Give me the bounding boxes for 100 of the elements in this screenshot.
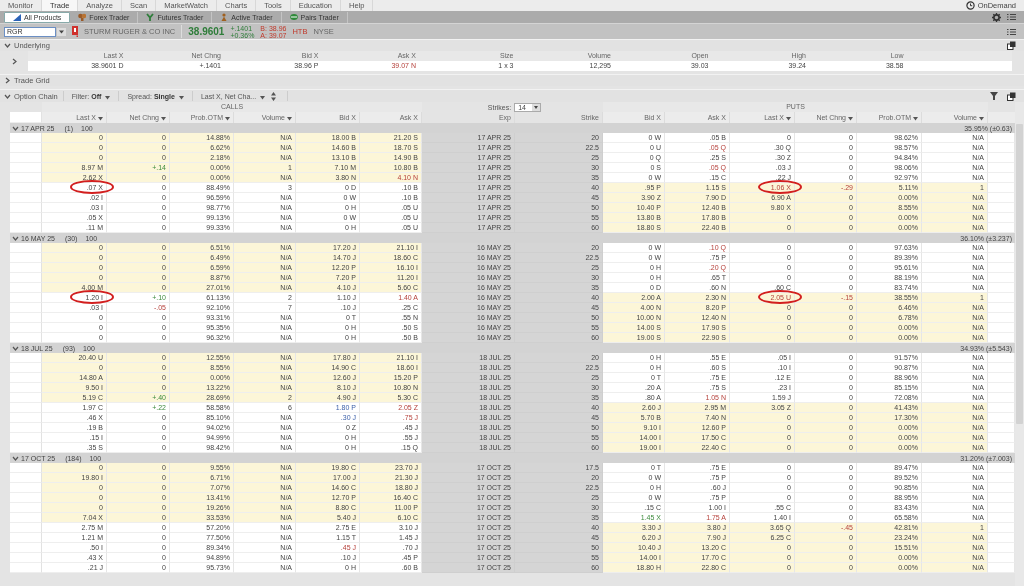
scrollbar[interactable] (1015, 102, 1024, 586)
blank-cell (988, 273, 1015, 283)
blank-cell (10, 483, 42, 493)
blank-cell (10, 253, 42, 263)
blank-cell (10, 283, 42, 293)
chevron-icon[interactable] (12, 234, 19, 242)
caret-icon (161, 117, 166, 121)
blank-cell (10, 493, 42, 503)
chevron-icon[interactable] (12, 344, 19, 352)
blank-cell (10, 153, 42, 163)
blank-cell (10, 133, 42, 143)
marker-icon (72, 26, 78, 37)
popout-icon[interactable] (1007, 91, 1016, 101)
blank-cell (10, 163, 42, 173)
blank-cell (988, 463, 1015, 473)
coins-icon (78, 13, 87, 21)
blank-cell (10, 473, 42, 483)
caret-icon (979, 117, 984, 121)
figure-icon (220, 13, 229, 21)
blank-cell (988, 443, 1015, 453)
blank-cell (10, 313, 42, 323)
blank-cell (10, 373, 42, 383)
fork-icon (146, 13, 155, 21)
blank-cell (988, 173, 1015, 183)
blank-cell (988, 153, 1015, 163)
blank-cell (988, 363, 1015, 373)
blank-cell (10, 333, 42, 343)
last-price: 38.9601 (188, 26, 225, 37)
blank-cell (10, 413, 42, 423)
blank-cell (10, 443, 42, 453)
caret-icon (287, 117, 292, 121)
list-icon[interactable] (1007, 13, 1016, 21)
caret-icon (98, 117, 103, 121)
blank-cell (10, 193, 42, 203)
blank-cell (988, 543, 1015, 553)
chevron-icon[interactable] (4, 42, 11, 49)
blank-cell (988, 213, 1015, 223)
blank-cell (988, 493, 1015, 503)
blank-cell (10, 273, 42, 283)
blank-cell (988, 293, 1015, 303)
blank-cell (988, 243, 1015, 253)
scrollbar-thumb[interactable] (1016, 124, 1023, 424)
popout-icon[interactable] (1007, 41, 1016, 50)
blank-cell (10, 143, 42, 153)
blank-cell (988, 203, 1015, 213)
chart-icon (13, 13, 21, 21)
list-icon[interactable] (1007, 27, 1016, 36)
blank-cell (10, 463, 42, 473)
blank-cell (988, 563, 1015, 573)
blank-cell (10, 563, 42, 573)
caret-icon (786, 117, 791, 121)
blank-cell (10, 363, 42, 373)
blank-cell (10, 223, 42, 233)
blank-cell (988, 503, 1015, 513)
blank-cell (10, 303, 42, 313)
blank-cell (988, 163, 1015, 173)
chevron-icon[interactable] (4, 92, 11, 100)
caret-icon (178, 95, 184, 100)
blank-cell (10, 243, 42, 253)
blank-cell (988, 403, 1015, 413)
blank-cell (10, 353, 42, 363)
blank-cell (988, 283, 1015, 293)
blank-cell (10, 543, 42, 553)
dropdown-icon (532, 103, 540, 111)
blank-cell (988, 253, 1015, 263)
blank-cell (988, 413, 1015, 423)
blank-cell (10, 553, 42, 563)
filter-icon[interactable] (990, 92, 998, 100)
blank-cell (10, 503, 42, 513)
blank-cell (988, 263, 1015, 273)
blank-cell (988, 323, 1015, 333)
caret-icon (105, 95, 111, 100)
chevron-icon[interactable] (12, 124, 19, 132)
blank-cell (988, 133, 1015, 143)
blank-cell (10, 173, 42, 183)
blank-cell (10, 533, 42, 543)
chevron-icon[interactable] (10, 57, 18, 65)
blank-cell (988, 523, 1015, 533)
blank-cell (988, 383, 1015, 393)
blank-cell (10, 523, 42, 533)
blank-cell (10, 513, 42, 523)
caret-icon (848, 117, 853, 121)
blank-cell (10, 423, 42, 433)
dropdown-icon[interactable] (57, 27, 66, 36)
blank-cell (988, 553, 1015, 563)
blank-cell (988, 333, 1015, 343)
blank-cell (988, 423, 1015, 433)
blank-cell (10, 263, 42, 273)
chevron-icon[interactable] (12, 454, 19, 462)
blank-cell (988, 393, 1015, 403)
blank-cell (988, 533, 1015, 543)
blank-cell (988, 473, 1015, 483)
blank-cell (988, 513, 1015, 523)
settings-icon[interactable] (992, 12, 1001, 22)
chevron-icon[interactable] (4, 77, 11, 84)
blank-cell (988, 433, 1015, 443)
caret-icon (225, 117, 230, 121)
blank-cell (988, 143, 1015, 153)
spinner-icon[interactable] (271, 91, 277, 101)
blank-cell (10, 403, 42, 413)
